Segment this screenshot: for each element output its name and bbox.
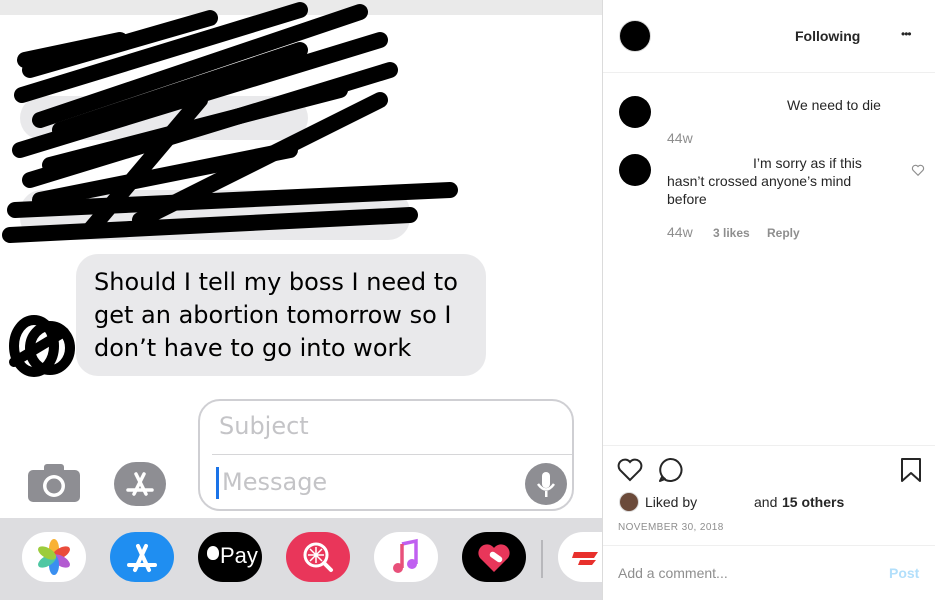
comment-likes-count[interactable]: 3 likes (713, 226, 750, 240)
image-search-app-icon[interactable] (286, 532, 350, 582)
commenter-avatar[interactable] (619, 96, 651, 128)
text-caret (216, 467, 219, 499)
message-bubble: Should I tell my boss I need to get an a… (76, 254, 486, 376)
scribbled-avatar (9, 315, 75, 377)
tray-separator (541, 540, 543, 578)
post-date[interactable]: NOVEMBER 30, 2018 (618, 522, 724, 533)
microphone-icon[interactable] (525, 463, 567, 505)
comment-text-line: before (667, 191, 707, 207)
comment-text: We need to die (787, 97, 881, 113)
music-app-icon[interactable] (374, 532, 438, 582)
comment-age[interactable]: 44w (667, 224, 693, 240)
header-divider (603, 72, 935, 73)
subject-input[interactable]: Subject (219, 412, 309, 440)
apple-logo-icon (207, 546, 219, 560)
message-input[interactable]: Message (222, 468, 327, 496)
app-store-app-icon[interactable] (110, 532, 174, 582)
comment-text-line: I’m sorry as if this (753, 155, 862, 171)
post-details-panel: Following ••• We need to die 44w I’m sor… (603, 0, 935, 600)
liker-avatar[interactable] (619, 492, 639, 512)
author-avatar[interactable] (619, 20, 651, 52)
apple-pay-app-icon[interactable]: Pay (198, 532, 262, 582)
message-line: get an abortion tomorrow so I (94, 301, 452, 329)
following-button[interactable]: Following (795, 28, 860, 44)
commenter-avatar[interactable] (619, 154, 651, 186)
and-label: and (754, 494, 778, 510)
like-heart-icon[interactable] (617, 458, 643, 482)
comment-text-line: hasn’t crossed anyone’s mind (667, 173, 852, 189)
photos-app-icon[interactable] (22, 532, 86, 582)
liked-by-label: Liked by (645, 494, 698, 510)
comment-reply-button[interactable]: Reply (767, 226, 800, 240)
camera-icon[interactable] (28, 464, 80, 502)
add-comment-input[interactable]: Add a comment... (618, 565, 728, 581)
more-options-icon[interactable]: ••• (901, 27, 912, 41)
app-store-button[interactable] (114, 462, 166, 506)
save-bookmark-icon[interactable] (900, 457, 922, 483)
apple-pay-label: Pay (220, 543, 258, 568)
doordash-app-icon[interactable] (558, 532, 602, 582)
comment-like-heart-icon[interactable] (911, 163, 925, 177)
comment-age[interactable]: 44w (667, 130, 693, 146)
others-count-link[interactable]: 15 others (782, 494, 844, 510)
post-comment-button[interactable]: Post (889, 565, 919, 581)
comment-bubble-icon[interactable] (657, 457, 683, 483)
comment-box-divider (603, 545, 935, 546)
actions-divider (603, 445, 935, 446)
scribble-redaction (2, 2, 458, 243)
message-line: Should I tell my boss I need to (94, 268, 458, 296)
post-image: Should I tell my boss I need to get an a… (0, 0, 602, 600)
compose-divider (212, 454, 572, 455)
message-line: don’t have to go into work (94, 334, 412, 362)
digital-touch-app-icon[interactable] (462, 532, 526, 582)
